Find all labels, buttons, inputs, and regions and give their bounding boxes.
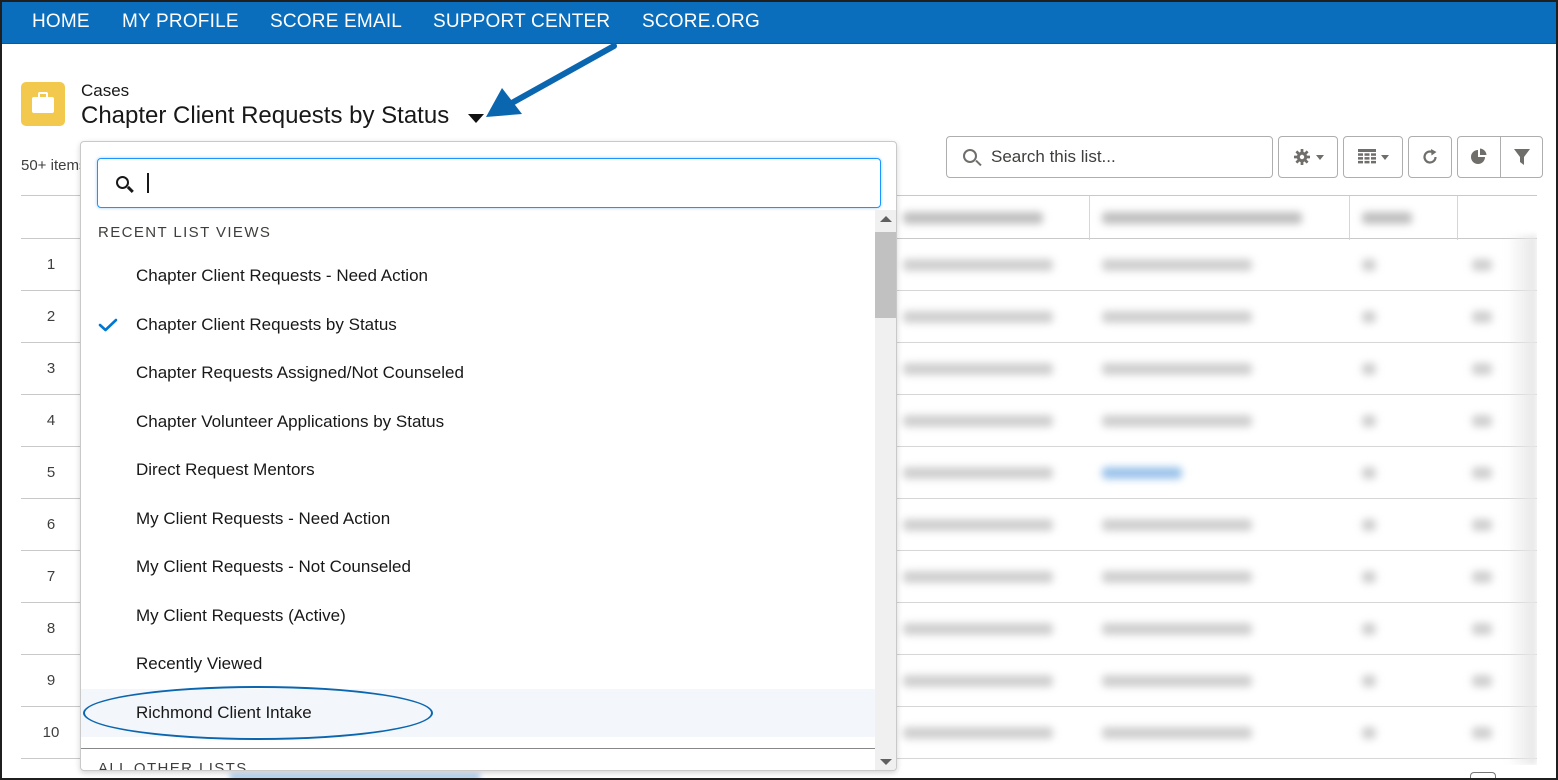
annotation-arrow-icon [486,43,617,117]
